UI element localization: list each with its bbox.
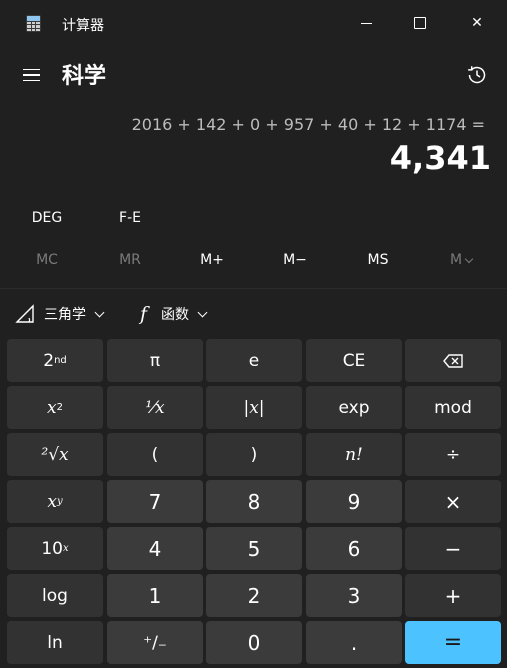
ten-power-key[interactable]: 10 x (7, 527, 103, 570)
pi-key[interactable]: π (107, 339, 203, 382)
modulo-key[interactable]: mod (405, 386, 501, 429)
calculator-header: 科学 (0, 52, 507, 98)
memory-list-button[interactable]: M (421, 244, 501, 276)
notation-button[interactable]: F-E (100, 202, 160, 234)
digit-5-key[interactable]: 5 (206, 527, 302, 570)
absolute-value-key[interactable]: |x| (206, 386, 302, 429)
exp-key[interactable]: exp (306, 386, 402, 429)
equals-key[interactable]: = (405, 621, 501, 664)
backspace-key[interactable] (405, 339, 501, 382)
digit-4-key[interactable]: 4 (107, 527, 203, 570)
expression-display: 2016 + 142 + 0 + 957 + 40 + 12 + 1174 = (131, 115, 485, 134)
chevron-down-icon (197, 307, 208, 317)
function-icon: f (140, 303, 148, 325)
navigation-menu-button[interactable] (14, 58, 48, 92)
close-button[interactable]: ✕ (454, 0, 500, 46)
decimal-key[interactable]: . (306, 621, 402, 664)
keypad: 2nd π e CE x2 ⅟x |x| exp mod ²√x ( ) n! … (7, 339, 503, 665)
maximize-icon (414, 17, 426, 29)
digit-3-key[interactable]: 3 (306, 574, 402, 617)
mode-title: 科学 (62, 64, 107, 89)
divide-key[interactable]: ÷ (405, 433, 501, 476)
functions-label: 函数 (161, 307, 190, 323)
memory-store-button[interactable]: MS (338, 244, 418, 276)
digit-0-key[interactable]: 0 (206, 621, 302, 664)
natural-log-key[interactable]: ln (7, 621, 103, 664)
digit-2-key[interactable]: 2 (206, 574, 302, 617)
right-parenthesis-key[interactable]: ) (206, 433, 302, 476)
left-parenthesis-key[interactable]: ( (107, 433, 203, 476)
e-key[interactable]: e (206, 339, 302, 382)
factorial-key[interactable]: n! (306, 433, 402, 476)
square-root-key[interactable]: ²√x (7, 433, 103, 476)
history-icon (468, 66, 486, 84)
square-key[interactable]: x2 (7, 386, 103, 429)
memory-add-button[interactable]: M+ (172, 244, 252, 276)
backspace-icon (443, 353, 463, 368)
divider (0, 288, 507, 289)
chevron-down-icon (94, 307, 105, 317)
digit-9-key[interactable]: 9 (306, 480, 402, 523)
trigonometry-label: 三角学 (44, 307, 86, 323)
title-bar: 计算器 ✕ (0, 0, 507, 48)
digit-7-key[interactable]: 7 (107, 480, 203, 523)
memory-clear-button[interactable]: MC (7, 244, 87, 276)
memory-list-label: M (449, 252, 463, 268)
log-key[interactable]: log (7, 574, 103, 617)
maximize-button[interactable] (397, 0, 443, 46)
power-key[interactable]: xy (7, 480, 103, 523)
negate-key[interactable]: ⁺∕₋ (107, 621, 203, 664)
calculator-app-icon (26, 15, 41, 32)
angle-unit-button[interactable]: DEG (16, 202, 78, 234)
functions-dropdown[interactable]: f 函数 (140, 296, 208, 332)
window-title: 计算器 (62, 18, 104, 34)
memory-recall-button[interactable]: MR (90, 244, 170, 276)
subtract-key[interactable]: − (405, 527, 501, 570)
minimize-icon (360, 22, 372, 24)
hamburger-icon (22, 68, 40, 71)
digit-8-key[interactable]: 8 (206, 480, 302, 523)
trigonometry-dropdown[interactable]: 三角学 (14, 296, 105, 332)
memory-subtract-button[interactable]: M− (255, 244, 335, 276)
minimize-button[interactable] (343, 0, 389, 46)
history-button[interactable] (462, 60, 492, 90)
result-display: 4,341 (389, 139, 491, 177)
triangle-ruler-icon (15, 304, 34, 323)
second-function-key[interactable]: 2nd (7, 339, 103, 382)
add-key[interactable]: + (405, 574, 501, 617)
close-icon: ✕ (471, 15, 483, 31)
reciprocal-key[interactable]: ⅟x (107, 386, 203, 429)
chevron-down-icon (464, 254, 474, 263)
multiply-key[interactable]: × (405, 480, 501, 523)
digit-6-key[interactable]: 6 (306, 527, 402, 570)
clear-entry-key[interactable]: CE (306, 339, 402, 382)
digit-1-key[interactable]: 1 (107, 574, 203, 617)
